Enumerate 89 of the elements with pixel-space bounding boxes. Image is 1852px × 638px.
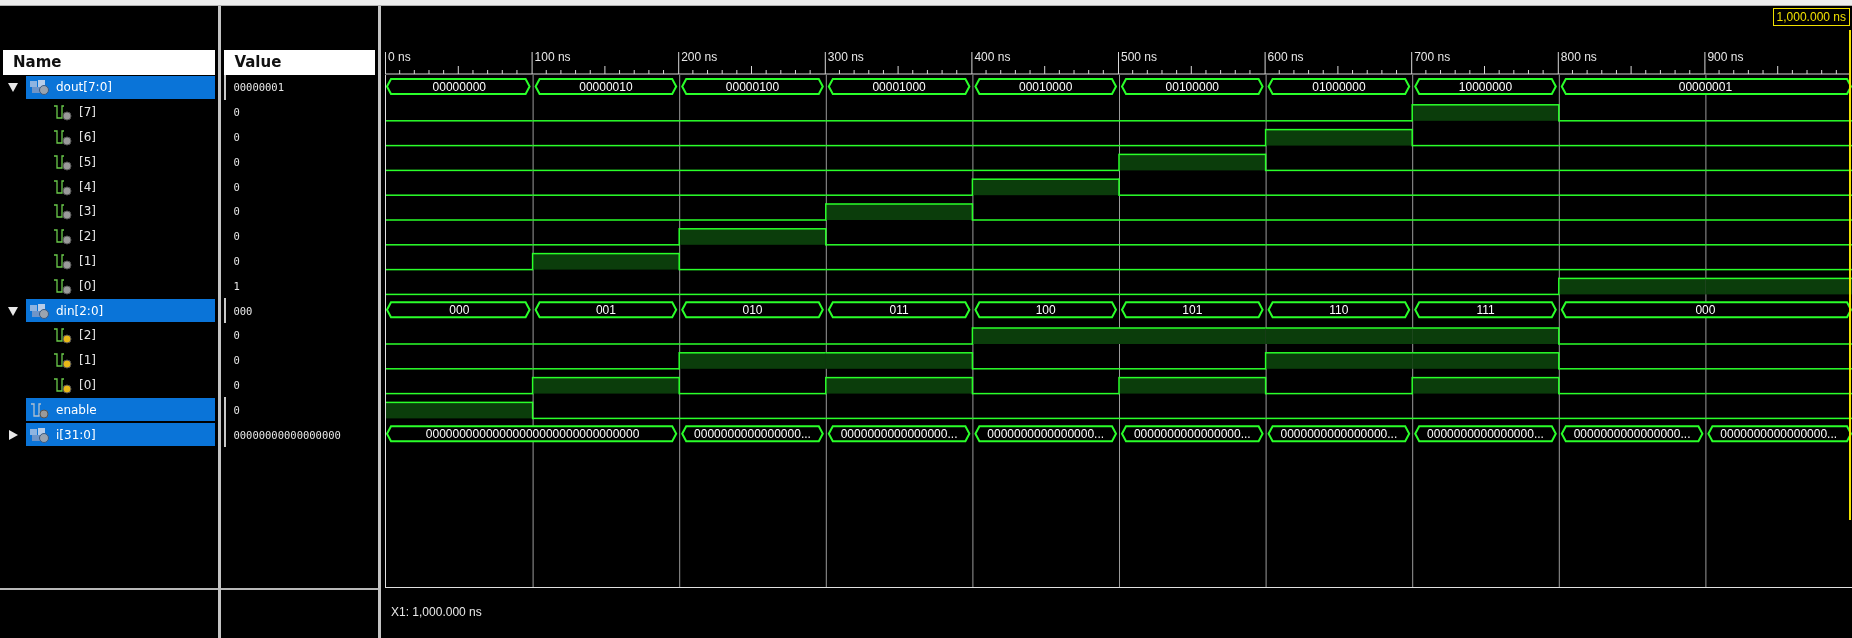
bus-value-segment: 0000000000000000... xyxy=(681,425,824,443)
signal-name: enable xyxy=(56,402,97,417)
signal-name: [0] xyxy=(79,377,96,392)
signal-row[interactable]: [6] xyxy=(26,125,216,149)
signal-value: 0 xyxy=(233,205,240,218)
signal-value: 0 xyxy=(233,329,240,342)
column-header[interactable]: Value xyxy=(224,50,375,75)
signal-value: 0 xyxy=(233,403,240,416)
bus-value-segment: 0000000000000000... xyxy=(1120,425,1264,443)
signal-row[interactable]: enable xyxy=(26,398,216,422)
time-label: 0 ns xyxy=(388,51,413,64)
signal-name: [6] xyxy=(79,130,96,144)
time-label: 400 ns xyxy=(974,51,1013,64)
signal-name: [2] xyxy=(79,229,96,244)
bus-value-segment: 10000000 xyxy=(1414,78,1557,95)
signal-name: [2] xyxy=(79,328,96,343)
bus-signal-icon xyxy=(29,425,51,444)
time-label: 800 ns xyxy=(1560,51,1599,64)
bus-value-segment: 00000001 xyxy=(1560,78,1852,95)
bus-value-segment: 000 xyxy=(386,301,531,319)
cursor-time-label: 1,000.000 ns xyxy=(1772,8,1850,26)
signal-row[interactable]: [3] xyxy=(26,199,216,223)
signal-value: 0 xyxy=(233,378,240,391)
column-header[interactable]: Name xyxy=(3,50,216,75)
bus-value-segment: 00000100 xyxy=(681,78,824,95)
time-label: 100 ns xyxy=(534,51,573,64)
signal-row[interactable]: dout[7:0] xyxy=(26,75,216,99)
signal-name: dout[7:0] xyxy=(56,80,112,95)
bus-value-segment: 011 xyxy=(827,301,971,319)
time-label: 900 ns xyxy=(1707,51,1746,64)
signal-row[interactable]: [4] xyxy=(26,175,216,199)
bus-value-segment: 00100000 xyxy=(1120,78,1264,95)
bus-value-segment: 001 xyxy=(534,301,678,319)
signal-value: 00000001 xyxy=(233,81,284,94)
bus-value-segment: 00000000000000000000000000000000 xyxy=(386,425,678,443)
signal-value: 1 xyxy=(233,279,240,292)
bus-signal-icon xyxy=(29,301,51,320)
signal-value: 0 xyxy=(233,131,240,143)
signal-name: [3] xyxy=(79,204,96,219)
time-label: 200 ns xyxy=(681,51,720,64)
bus-value-segment: 000 xyxy=(1560,301,1852,319)
bus-value-segment: 110 xyxy=(1267,301,1411,319)
bus-value-segment: 010 xyxy=(681,301,824,319)
bus-value-segment: 100 xyxy=(974,301,1118,319)
signal-value: 0 xyxy=(233,354,240,367)
bus-value-segment: 01000000 xyxy=(1267,78,1411,95)
signal-value: 0 xyxy=(233,106,240,119)
signal-row[interactable]: [2] xyxy=(26,323,216,347)
time-label: 500 ns xyxy=(1121,51,1160,64)
bus-value-segment: 00010000 xyxy=(974,78,1118,95)
signal-value: 000 xyxy=(233,304,253,317)
signal-row[interactable]: [7] xyxy=(26,100,216,124)
bus-value-segment: 0000000000000000... xyxy=(827,425,971,443)
signal-name: [1] xyxy=(79,353,96,368)
cursor-position-text: X1: 1,000.000 ns xyxy=(391,605,482,619)
time-label: 300 ns xyxy=(827,51,866,64)
signal-name: [5] xyxy=(79,154,96,169)
signal-name: [0] xyxy=(79,278,96,293)
bus-signal-icon xyxy=(29,78,51,97)
bus-value-segment: 00000000 xyxy=(386,78,531,95)
bus-value-segment: 0000000000000000... xyxy=(1707,425,1852,443)
bus-value-segment: 0000000000000000... xyxy=(974,425,1118,443)
signal-row[interactable]: [0] xyxy=(26,373,216,397)
signal-value: 0 xyxy=(233,254,240,267)
bus-value-segment: 0000000000000000... xyxy=(1560,425,1704,443)
signal-value: 00000000000000000 xyxy=(233,428,341,441)
bus-value-segment: 0000000000000000... xyxy=(1414,425,1557,443)
signal-name: [7] xyxy=(79,105,96,120)
signal-row[interactable]: [5] xyxy=(26,150,216,174)
time-label: 700 ns xyxy=(1414,51,1453,64)
bus-value-segment: 00000010 xyxy=(534,78,678,95)
signal-value: 0 xyxy=(233,230,240,243)
signal-row[interactable]: [2] xyxy=(26,224,216,248)
bus-value-segment: 00001000 xyxy=(827,78,971,95)
signal-name: [1] xyxy=(79,253,96,268)
signal-row[interactable]: din[2:0] xyxy=(26,299,216,323)
bus-value-segment: 101 xyxy=(1120,301,1264,319)
signal-row[interactable]: [1] xyxy=(26,348,216,372)
signal-name: [4] xyxy=(79,179,96,194)
signal-row[interactable]: [1] xyxy=(26,249,216,273)
signal-row[interactable]: i[31:0] xyxy=(26,423,216,447)
signal-name: i[31:0] xyxy=(56,427,96,442)
bus-value-segment: 111 xyxy=(1414,301,1557,319)
bus-value-segment: 0000000000000000... xyxy=(1267,425,1411,443)
signal-name: din[2:0] xyxy=(56,303,104,318)
signal-value: 0 xyxy=(233,155,240,168)
signal-row[interactable]: [0] xyxy=(26,274,216,298)
time-label: 600 ns xyxy=(1267,51,1306,64)
signal-value: 0 xyxy=(233,180,240,193)
